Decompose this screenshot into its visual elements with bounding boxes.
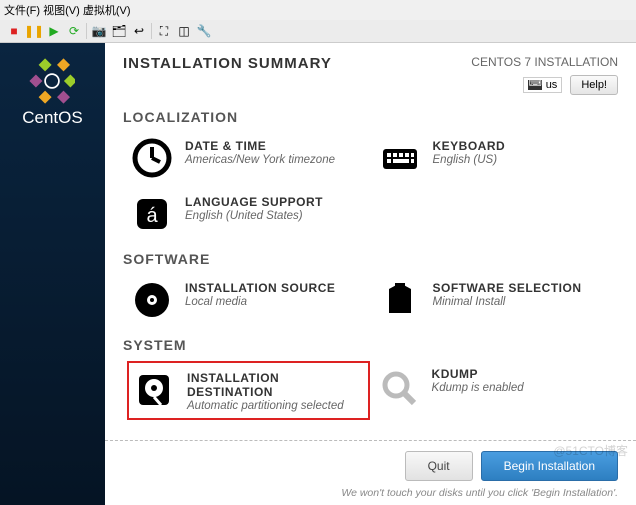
play-icon[interactable]: ▶ (46, 23, 62, 39)
separator (86, 23, 87, 39)
spoke-status: Americas/New York timezone (185, 154, 335, 166)
begin-installation-button[interactable]: Begin Installation (481, 451, 618, 481)
spoke-title: INSTALLATION DESTINATION (187, 371, 364, 399)
content: INSTALLATION SUMMARY CENTOS 7 INSTALLATI… (105, 43, 636, 505)
header: INSTALLATION SUMMARY CENTOS 7 INSTALLATI… (105, 43, 636, 103)
footer-note: We won't touch your disks until you clic… (341, 487, 618, 499)
snap-mgr-icon[interactable]: 🗂 (111, 23, 127, 39)
snapshot-icon[interactable]: 📷 (91, 23, 107, 39)
spoke-software-selection[interactable]: SOFTWARE SELECTIONMinimal Install (371, 275, 619, 331)
page-title: INSTALLATION SUMMARY (123, 55, 332, 72)
installer-window: CentOS INSTALLATION SUMMARY CENTOS 7 INS… (0, 43, 636, 505)
centos-logo-icon (29, 58, 75, 104)
spoke-title: SOFTWARE SELECTION (433, 281, 582, 295)
spoke-status: English (United States) (185, 210, 323, 222)
revert-icon[interactable]: ↩ (131, 23, 147, 39)
spokes-body: LOCALIZATION DATE & TIMEAmericas/New Yor… (105, 103, 636, 440)
header-subtitle: CENTOS 7 INSTALLATION (471, 55, 618, 69)
spoke-kdump[interactable]: KDUMPKdump is enabled (370, 361, 618, 420)
spoke-status: Kdump is enabled (432, 382, 524, 394)
kdump-icon (378, 365, 420, 407)
section-system: SYSTEM (123, 337, 618, 353)
spoke-install-destination[interactable]: INSTALLATION DESTINATIONAutomatic partit… (127, 361, 370, 420)
keyboard-icon (379, 137, 421, 179)
keyboard-layout-selector[interactable]: us (523, 77, 563, 93)
spoke-language[interactable]: á LANGUAGE SUPPORTEnglish (United States… (123, 189, 420, 245)
spoke-status: Minimal Install (433, 296, 582, 308)
keyboard-layout-code: us (546, 79, 558, 91)
keyboard-icon (528, 80, 542, 90)
tool-icon[interactable]: 🔧 (196, 23, 212, 39)
refresh-icon[interactable]: ⟳ (66, 23, 82, 39)
spoke-install-source[interactable]: INSTALLATION SOURCELocal media (123, 275, 371, 331)
spoke-title: DATE & TIME (185, 139, 335, 153)
quit-button[interactable]: Quit (405, 451, 473, 481)
footer: Quit Begin Installation We won't touch y… (105, 440, 636, 505)
language-icon: á (131, 193, 173, 235)
spoke-title: KDUMP (432, 367, 524, 381)
svg-text:á: á (146, 205, 158, 227)
stop-icon[interactable]: ■ (6, 23, 22, 39)
section-software: SOFTWARE (123, 251, 618, 267)
fullscreen-icon[interactable]: ⛶ (156, 23, 172, 39)
package-icon (379, 279, 421, 321)
clock-icon (131, 137, 173, 179)
unity-icon[interactable]: ◫ (176, 23, 192, 39)
hdd-icon (133, 369, 175, 411)
section-localization: LOCALIZATION (123, 109, 618, 125)
vm-toolbar: ■ ❚❚ ▶ ⟳ 📷 🗂 ↩ ⛶ ◫ 🔧 (0, 20, 636, 43)
help-button[interactable]: Help! (570, 75, 618, 95)
separator (151, 23, 152, 39)
sidebar: CentOS (0, 43, 105, 505)
centos-logo: CentOS (22, 58, 82, 128)
spoke-status: Automatic partitioning selected (187, 400, 364, 412)
pause-icon[interactable]: ❚❚ (26, 23, 42, 39)
disc-icon (131, 279, 173, 321)
spoke-title: KEYBOARD (433, 139, 506, 153)
vm-menubar[interactable]: 文件(F) 视图(V) 虚拟机(V) (0, 0, 636, 20)
spoke-status: Local media (185, 296, 335, 308)
spoke-title: LANGUAGE SUPPORT (185, 195, 323, 209)
spoke-date-time[interactable]: DATE & TIMEAmericas/New York timezone (123, 133, 371, 189)
spoke-title: INSTALLATION SOURCE (185, 281, 335, 295)
spoke-keyboard[interactable]: KEYBOARDEnglish (US) (371, 133, 619, 189)
spoke-status: English (US) (433, 154, 506, 166)
logo-text: CentOS (22, 108, 82, 128)
